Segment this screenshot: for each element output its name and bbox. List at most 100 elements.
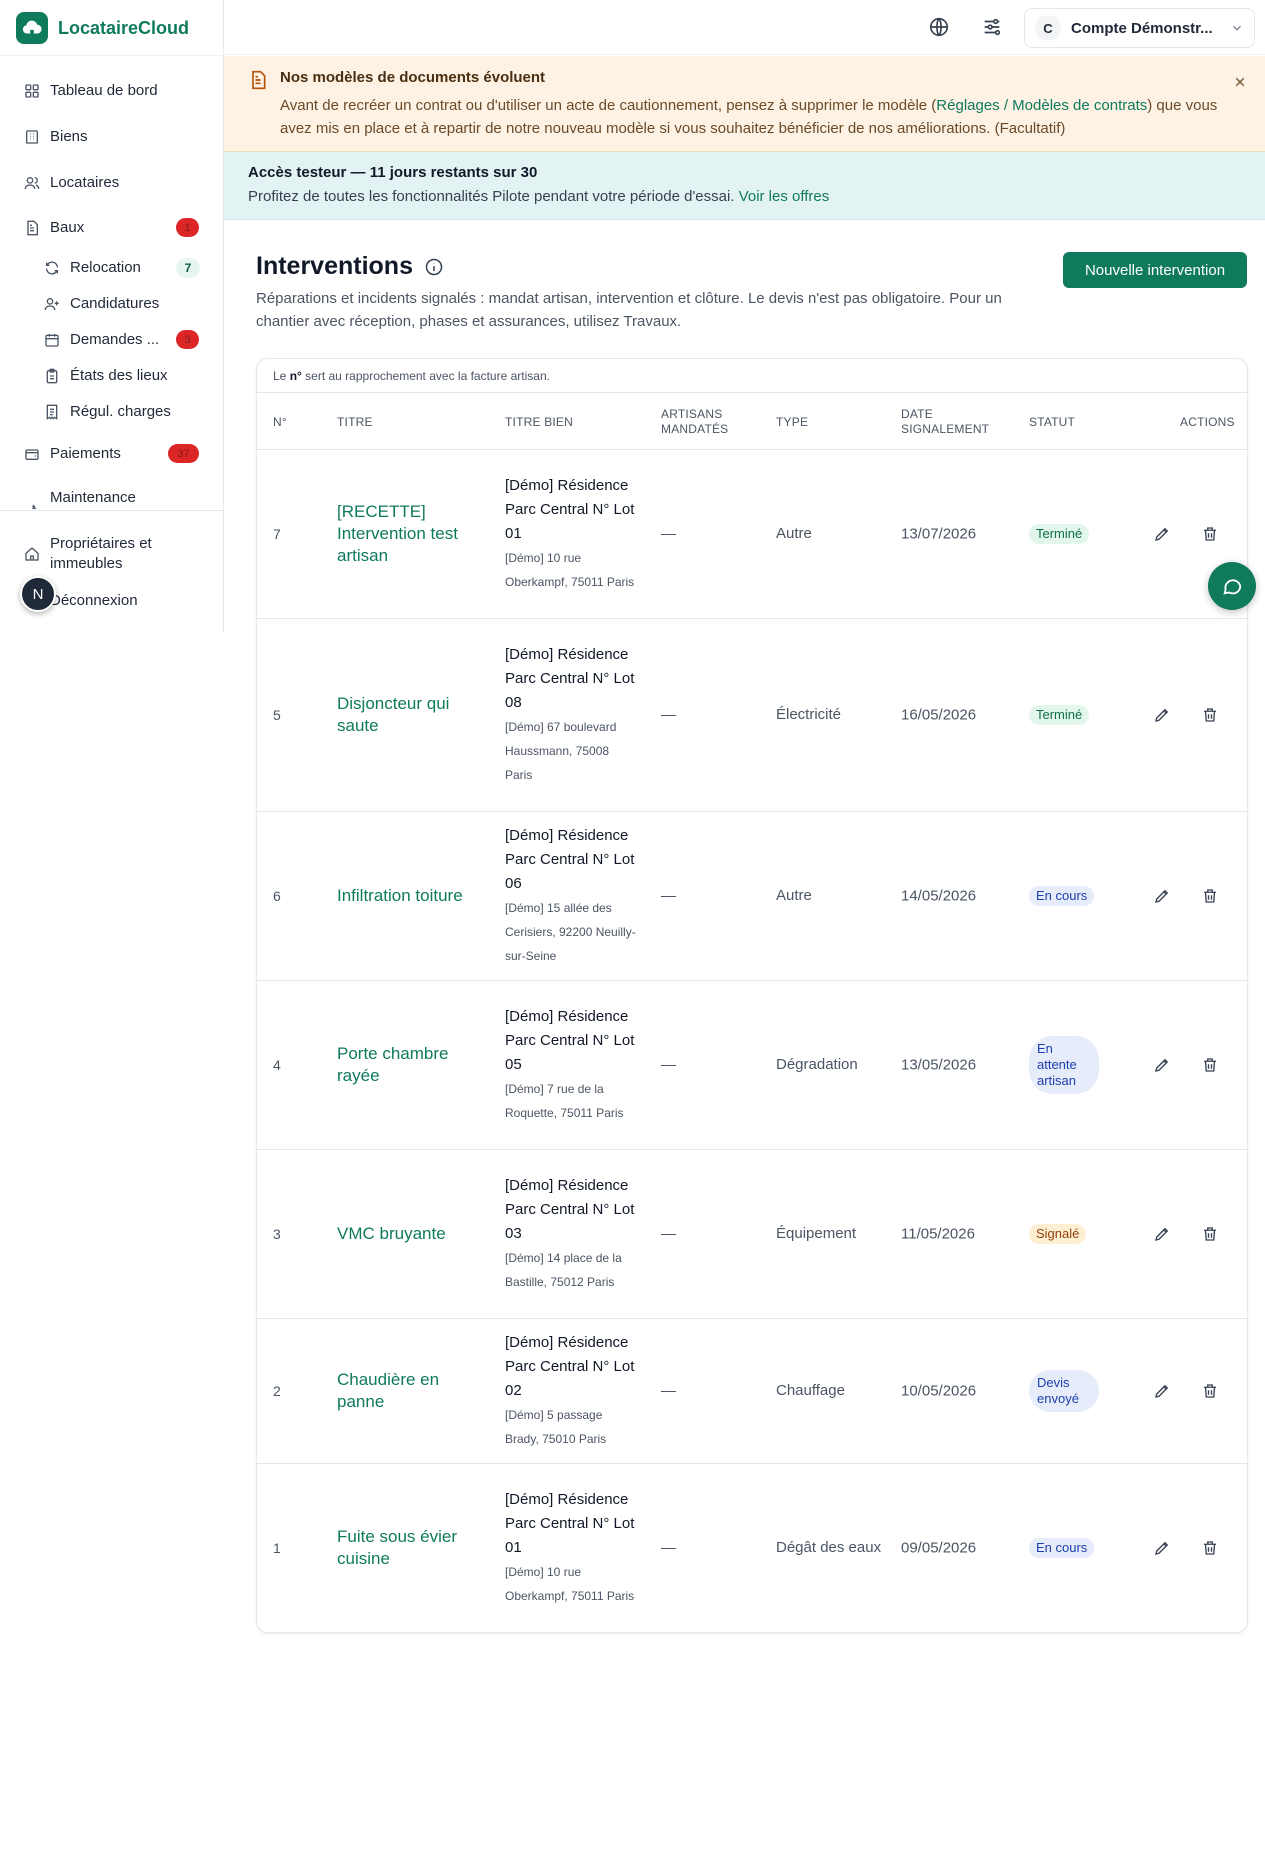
report-date: 13/07/2026 (901, 525, 977, 543)
sidebar-item-candidatures[interactable]: Candidatures (44, 295, 159, 312)
sidebar-item-label: Maintenance (50, 489, 136, 506)
chat-button[interactable] (1208, 562, 1256, 610)
banner-body: Avant de recréer un contrat ou d'utilise… (280, 94, 1230, 140)
edit-pencil-icon[interactable] (1153, 706, 1171, 724)
property-address: [Démo] 10 rue Oberkampf, 75011 Paris (505, 551, 635, 589)
header-artisans[interactable]: Artisans mandatés (661, 407, 751, 437)
sidebar-item-label: Baux (50, 219, 85, 236)
account-name: Compte Démonstr... (1071, 19, 1213, 37)
sidebar-item-locataires[interactable]: Locataires (24, 174, 119, 191)
contract-templates-link[interactable]: Réglages / Modèles de contrats (936, 97, 1147, 114)
sidebar-item-label: Propriétaires et immeubles (50, 535, 152, 572)
sidebar-item-maintenance[interactable]: Maintenance (24, 489, 136, 509)
avatar[interactable]: N (20, 576, 56, 612)
edit-pencil-icon[interactable] (1153, 525, 1171, 543)
intervention-title-link[interactable]: VMC bruyante (337, 1223, 487, 1245)
app-logo[interactable]: LocataireCloud (16, 12, 189, 44)
wrench-icon (24, 501, 40, 509)
delete-trash-icon[interactable] (1201, 525, 1219, 543)
delete-trash-icon[interactable] (1201, 706, 1219, 724)
table-row[interactable]: 2 Chaudière en panne [Démo] Résidence Parc… (257, 1319, 1247, 1464)
intervention-number: 1 (273, 1540, 281, 1556)
sidebar-item-dashboard[interactable]: Tableau de bord (24, 82, 158, 99)
status-badge: Devis envoyé (1029, 1370, 1099, 1412)
header-date[interactable]: Date signalement (901, 407, 1001, 437)
intervention-title-link[interactable]: Infiltration toiture (337, 885, 487, 907)
status-cell: En cours (1029, 1538, 1095, 1558)
status-cell: Terminé (1029, 524, 1090, 544)
sidebar-item-biens[interactable]: Biens (24, 128, 88, 145)
sidebar-item-label: Locataires (50, 174, 120, 191)
sidebar-item-label: Biens (50, 128, 88, 145)
users-icon (24, 175, 40, 191)
intervention-title-link[interactable]: Fuite sous évier cuisine (337, 1526, 487, 1570)
delete-trash-icon[interactable] (1201, 1539, 1219, 1557)
table-row[interactable]: 5 Disjoncteur qui saute [Démo] Résidence P… (257, 619, 1247, 812)
intervention-number: 4 (273, 1057, 281, 1073)
sidebar-item-proprietaires[interactable]: Propriétaires et immeubles (24, 534, 180, 574)
table-row[interactable]: 4 Porte chambre rayée [Démo] Résidence Par… (257, 981, 1247, 1150)
view-offers-link[interactable]: Voir les offres (739, 188, 830, 205)
edit-pencil-icon[interactable] (1153, 1539, 1171, 1557)
info-icon[interactable] (424, 257, 444, 277)
property-address: [Démo] 14 place de la Bastille, 75012 Pa… (505, 1251, 622, 1289)
property-title: [Démo] Résidence Parc Central N° Lot 02 (505, 1334, 635, 1399)
account-switcher[interactable]: C Compte Démonstr... (1024, 8, 1255, 48)
edit-pencil-icon[interactable] (1153, 1225, 1171, 1243)
globe-icon[interactable] (928, 16, 950, 38)
status-cell: Devis envoyé (1029, 1370, 1099, 1412)
table-row[interactable]: 6 Infiltration toiture [Démo] Résidence Pa… (257, 812, 1247, 981)
artisans-value: — (661, 1056, 676, 1074)
header-status[interactable]: Statut (1029, 415, 1075, 430)
edit-pencil-icon[interactable] (1153, 1056, 1171, 1074)
new-intervention-button[interactable]: Nouvelle intervention (1063, 252, 1247, 288)
header-title[interactable]: Titre (337, 415, 373, 430)
header-num[interactable]: N° (273, 415, 287, 430)
artisans-value: — (661, 1539, 676, 1557)
trial-banner: Accès testeur — 11 jours restants sur 30… (224, 152, 1265, 220)
sidebar-item-label: Paiements (50, 445, 121, 462)
divider (0, 510, 224, 511)
sliders-icon[interactable] (981, 16, 1003, 38)
intervention-title-link[interactable]: Porte chambre rayée (337, 1043, 487, 1087)
trial-text: Profitez de toutes les fonctionnalités P… (248, 188, 739, 205)
report-date: 10/05/2026 (901, 1382, 977, 1400)
delete-trash-icon[interactable] (1201, 1056, 1219, 1074)
refresh-icon (44, 260, 60, 276)
close-icon[interactable] (1231, 73, 1249, 91)
app-name: LocataireCloud (58, 17, 190, 38)
sidebar-item-regul-charges[interactable]: Régul. charges (44, 403, 171, 420)
sidebar-item-paiements[interactable]: Paiements (24, 445, 121, 462)
sidebar-item-label: Candidatures (70, 295, 160, 312)
intervention-title-link[interactable]: [RECETTE] Intervention test artisan (337, 501, 487, 567)
intervention-title-link[interactable]: Disjoncteur qui saute (337, 693, 487, 737)
sidebar-item-relocation[interactable]: Relocation (44, 259, 141, 276)
table-row[interactable]: 7 [RECETTE] Intervention test artisan [Dém… (257, 450, 1247, 619)
delete-trash-icon[interactable] (1201, 1225, 1219, 1243)
document-icon (24, 220, 40, 236)
property-address: [Démo] 10 rue Oberkampf, 75011 Paris (505, 1565, 635, 1603)
status-badge: En cours (1029, 886, 1095, 906)
property-title: [Démo] Résidence Parc Central N° Lot 08 (505, 646, 635, 711)
intervention-type: Dégradation (776, 1056, 858, 1073)
intervention-title-link[interactable]: Chaudière en panne (337, 1369, 487, 1413)
table-row[interactable]: 1 Fuite sous évier cuisine [Démo] Résidenc… (257, 1464, 1247, 1632)
sidebar-item-label: Tableau de bord (50, 82, 158, 99)
sidebar-item-etats-des-lieux[interactable]: États des lieux (44, 367, 168, 384)
property-cell: [Démo] Résidence Parc Central N° Lot 01 [… (505, 1488, 637, 1608)
property-title: [Démo] Résidence Parc Central N° Lot 06 (505, 827, 635, 892)
header-type[interactable]: Type (776, 415, 808, 430)
property-cell: [Démo] Résidence Parc Central N° Lot 03 [… (505, 1174, 637, 1294)
property-address: [Démo] 7 rue de la Roquette, 75011 Paris (505, 1082, 624, 1120)
delete-trash-icon[interactable] (1201, 887, 1219, 905)
sidebar-item-baux[interactable]: Baux (24, 219, 84, 236)
edit-pencil-icon[interactable] (1153, 1382, 1171, 1400)
property-address: [Démo] 67 boulevard Haussmann, 75008 Par… (505, 720, 617, 782)
sidebar-item-demandes[interactable]: Demandes ... (44, 331, 159, 348)
table-row[interactable]: 3 VMC bruyante [Démo] Résidence Parc Centr… (257, 1150, 1247, 1319)
header-bien[interactable]: Titre bien (505, 415, 573, 430)
delete-trash-icon[interactable] (1201, 1382, 1219, 1400)
sidebar-item-label: Relocation (70, 259, 141, 276)
home-icon (24, 546, 40, 562)
edit-pencil-icon[interactable] (1153, 887, 1171, 905)
